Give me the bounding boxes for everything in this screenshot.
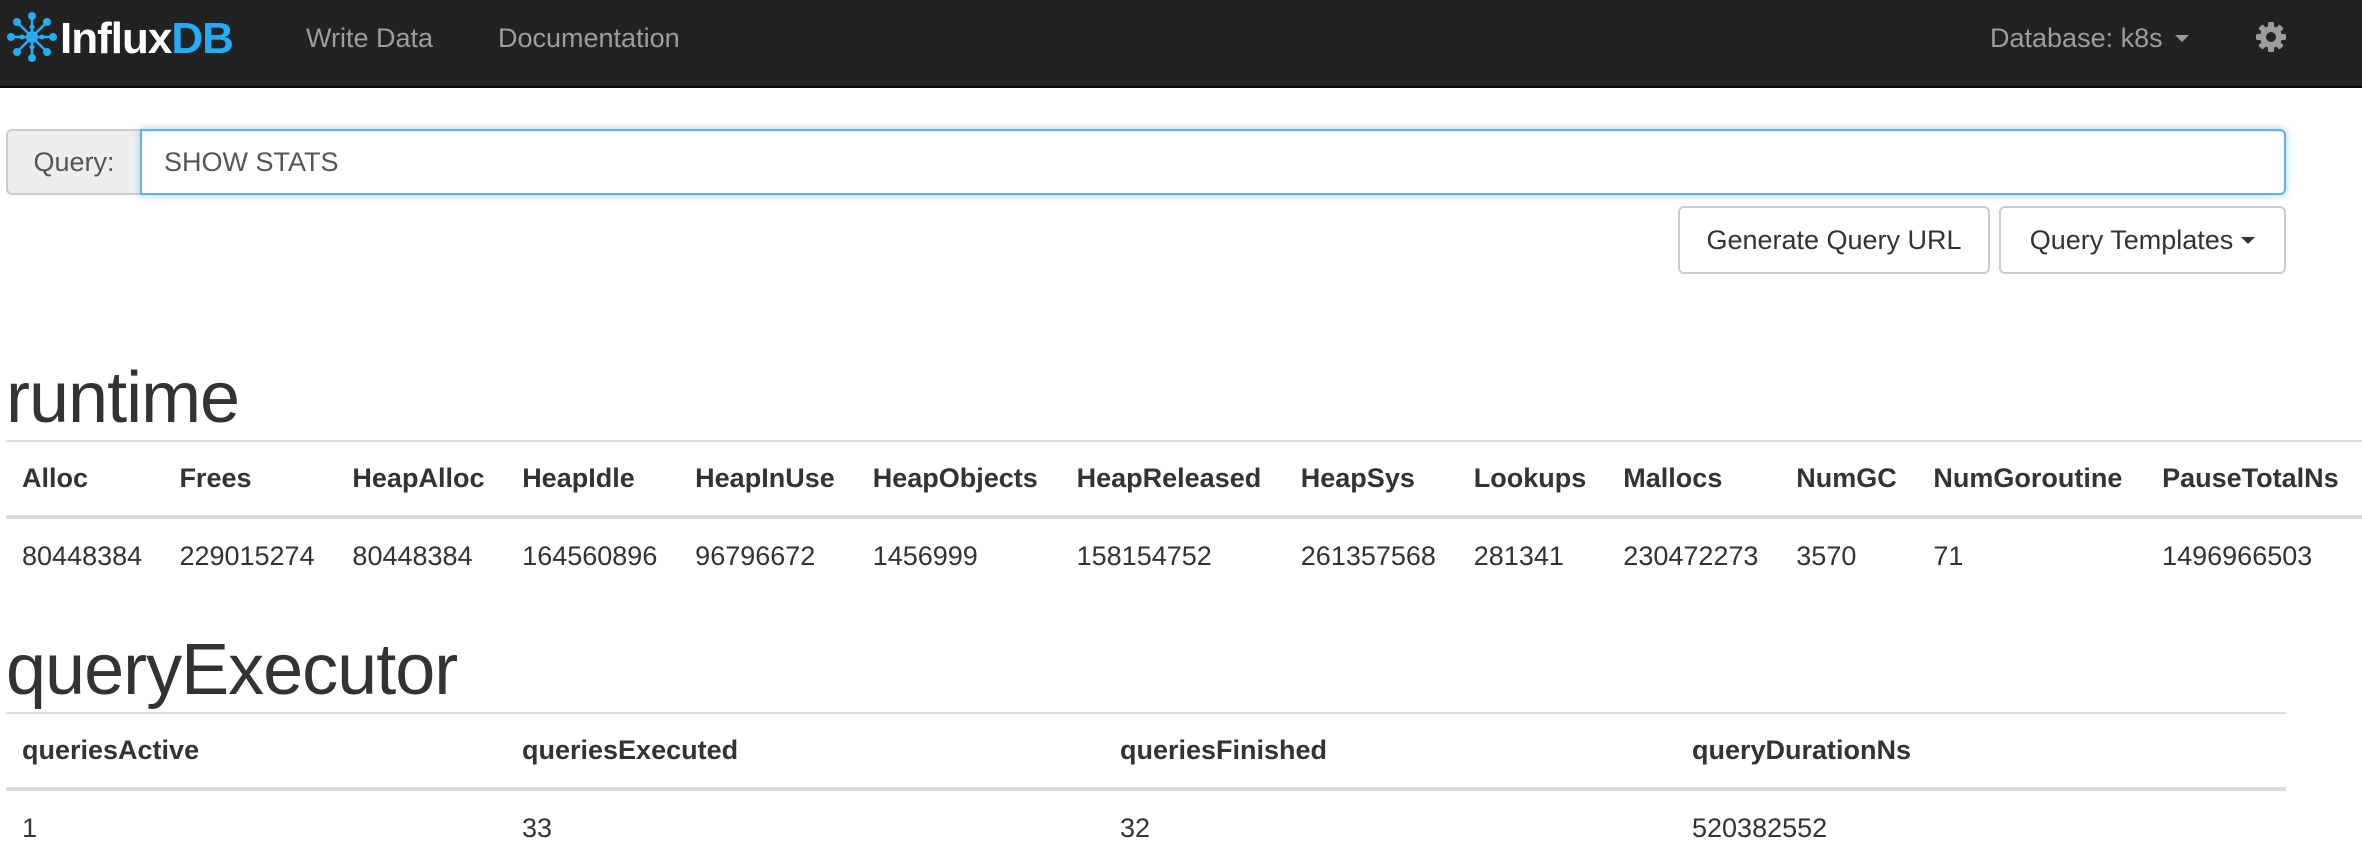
table-header-row: Alloc Frees HeapAlloc HeapIdle HeapInUse… — [6, 440, 2362, 519]
column-header: queriesActive — [6, 712, 506, 791]
table-cell: 80448384 — [352, 540, 473, 571]
table-cell: 1496966503 — [2162, 540, 2313, 571]
column-header: HeapIdle — [506, 440, 680, 519]
table-row: 1 33 32 520382552 — [6, 789, 2286, 854]
column-header: NumGoroutine — [1917, 440, 2147, 519]
query-input-group: Query: — [6, 129, 2286, 195]
query-input[interactable] — [140, 129, 2286, 195]
column-header: Alloc — [6, 440, 164, 519]
column-header: Frees — [163, 440, 337, 519]
brand-text-db: DB — [171, 14, 234, 63]
column-header: HeapReleased — [1060, 440, 1285, 519]
caret-down-icon — [2241, 236, 2256, 244]
query-label: Query: — [6, 129, 140, 195]
brand-logo[interactable]: Influx DB — [4, 4, 234, 74]
generate-query-url-button[interactable]: Generate Query URL — [1678, 206, 1990, 274]
results-table-query-executor: queriesActive queriesExecuted queriesFin… — [6, 712, 2286, 854]
table-cell: 80448384 — [22, 540, 143, 571]
table-cell: 230472273 — [1623, 540, 1759, 571]
column-header: queriesFinished — [1104, 712, 1676, 791]
column-header: Mallocs — [1607, 440, 1781, 519]
column-header: queriesExecuted — [506, 712, 1104, 791]
section-title-runtime: runtime — [6, 358, 240, 438]
table-cell: 281341 — [1473, 540, 1564, 571]
column-header: queryDurationNs — [1676, 712, 2286, 791]
database-dropdown[interactable]: Database: k8s — [1990, 18, 2189, 58]
table-cell: 158154752 — [1076, 540, 1212, 571]
results-table-runtime: Alloc Frees HeapAlloc HeapIdle HeapInUse… — [6, 440, 2362, 593]
caret-down-icon — [2174, 34, 2189, 42]
nav-write-data[interactable]: Write Data — [306, 18, 433, 58]
table-cell: 1 — [22, 812, 38, 843]
column-header: Lookups — [1457, 440, 1608, 519]
table-cell: 71 — [1933, 540, 1964, 571]
brand-text-influx: Influx — [60, 14, 172, 63]
table-cell: 261357568 — [1300, 540, 1436, 571]
influxdb-logo-icon — [4, 9, 60, 70]
section-title-query-executor: queryExecutor — [6, 630, 458, 710]
navbar: Influx DB Write Data Documentation Databa… — [0, 0, 2362, 88]
table-row: 80448384 229015274 80448384 164560896 96… — [6, 517, 2362, 593]
table-cell: 229015274 — [179, 540, 315, 571]
column-header: HeapAlloc — [336, 440, 507, 519]
column-header: NumGC — [1780, 440, 1918, 519]
query-templates-dropdown[interactable]: Query Templates — [1999, 206, 2286, 274]
table-cell: 33 — [522, 812, 553, 843]
column-header: HeapSys — [1284, 440, 1458, 519]
database-label: Database: k8s — [1990, 23, 2163, 53]
table-cell: 520382552 — [1692, 812, 1828, 843]
column-header: HeapObjects — [856, 440, 1061, 519]
table-cell: 1456999 — [872, 540, 978, 571]
table-cell: 3570 — [1796, 540, 1857, 571]
gear-icon[interactable] — [2254, 20, 2288, 54]
table-header-row: queriesActive queriesExecuted queriesFin… — [6, 712, 2286, 791]
query-templates-label: Query Templates — [2029, 224, 2234, 255]
column-header: PauseTotalNs — [2146, 440, 2362, 519]
table-cell: 32 — [1120, 812, 1151, 843]
table-cell: 164560896 — [522, 540, 658, 571]
table-cell: 96796672 — [695, 540, 816, 571]
generate-query-url-label: Generate Query URL — [1706, 224, 1962, 255]
nav-documentation[interactable]: Documentation — [498, 18, 680, 58]
column-header: HeapInUse — [679, 440, 857, 519]
